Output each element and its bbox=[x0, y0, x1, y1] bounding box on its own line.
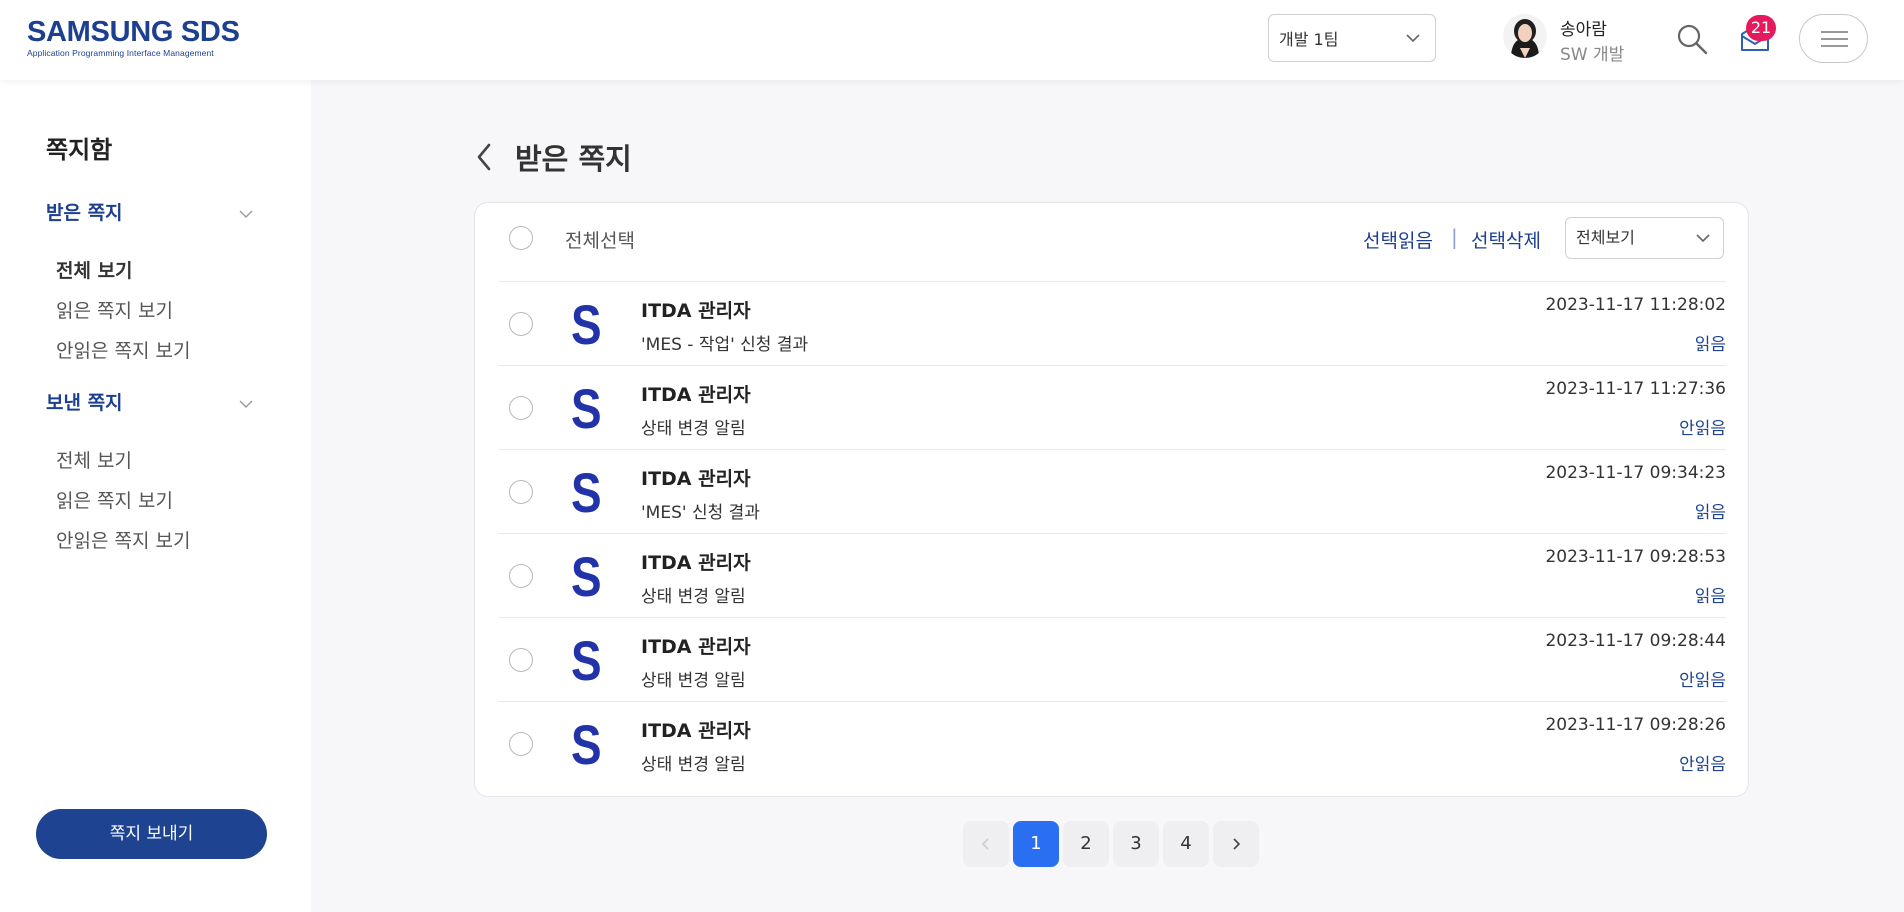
sender-logo-icon: S bbox=[571, 461, 602, 524]
send-message-button[interactable]: 쪽지 보내기 bbox=[36, 809, 267, 859]
message-sender: ITDA 관리자 bbox=[641, 636, 751, 658]
sidebar-item-sent-unread[interactable]: 안읽은 쪽지 보기 bbox=[56, 526, 190, 553]
hamburger-menu-icon bbox=[1821, 31, 1848, 33]
message-date: 2023-11-17 11:28:02 bbox=[1545, 295, 1726, 315]
avatar-image bbox=[1503, 14, 1547, 58]
message-subject[interactable]: 상태 변경 알림 bbox=[641, 750, 746, 775]
chevron-left-icon bbox=[981, 838, 989, 850]
page-heading: 받은 쪽지 bbox=[473, 137, 632, 177]
avatar[interactable] bbox=[1503, 14, 1547, 58]
message-status: 읽음 bbox=[1694, 335, 1726, 355]
samsung-sds-logo[interactable]: SAMSUNG SDS Application Programming Inte… bbox=[27, 17, 240, 59]
chevron-down-icon bbox=[1696, 234, 1710, 243]
message-row[interactable]: S ITDA 관리자 상태 변경 알림 2023-11-17 09:28:44 … bbox=[499, 617, 1726, 701]
select-all-checkbox[interactable] bbox=[509, 226, 533, 250]
sender-logo-icon: S bbox=[571, 377, 602, 440]
message-row[interactable]: S ITDA 관리자 상태 변경 알림 2023-11-17 11:27:36 … bbox=[499, 365, 1726, 449]
team-select-value: 개발 1팀 bbox=[1279, 30, 1339, 49]
search-button[interactable] bbox=[1675, 22, 1709, 56]
message-sender: ITDA 관리자 bbox=[641, 468, 751, 490]
message-date: 2023-11-17 11:27:36 bbox=[1545, 379, 1726, 399]
message-status: 안읽음 bbox=[1679, 419, 1726, 439]
message-sender: ITDA 관리자 bbox=[641, 384, 751, 406]
toolbar-separator: | bbox=[1451, 225, 1458, 249]
sidebar-title: 쪽지함 bbox=[46, 136, 113, 164]
mark-selected-read-button[interactable]: 선택읽음 bbox=[1363, 226, 1433, 253]
sidebar-group-received[interactable]: 받은 쪽지 bbox=[46, 198, 123, 225]
message-subject[interactable]: 상태 변경 알림 bbox=[641, 414, 746, 439]
search-icon bbox=[1677, 24, 1708, 55]
message-row[interactable]: S ITDA 관리자 'MES' 신청 결과 2023-11-17 09:34:… bbox=[499, 449, 1726, 533]
sidebar-item-sent-all[interactable]: 전체 보기 bbox=[56, 446, 132, 473]
menu-button[interactable] bbox=[1799, 14, 1868, 63]
pagination-page-1[interactable]: 1 bbox=[1013, 821, 1059, 867]
row-checkbox[interactable] bbox=[509, 396, 533, 420]
row-checkbox[interactable] bbox=[509, 480, 533, 504]
chevron-down-icon bbox=[1406, 34, 1420, 43]
sidebar: 쪽지함 받은 쪽지 전체 보기 읽은 쪽지 보기 안읽은 쪽지 보기 보낸 쪽지… bbox=[0, 80, 311, 912]
user-department: SW 개발 bbox=[1560, 45, 1625, 65]
message-subject[interactable]: 'MES' 신청 결과 bbox=[641, 498, 760, 523]
team-select[interactable]: 개발 1팀 bbox=[1268, 14, 1436, 62]
message-row[interactable]: S ITDA 관리자 'MES - 작업' 신청 결과 2023-11-17 1… bbox=[499, 281, 1726, 365]
message-list-card: 전체선택 선택읽음 | 선택삭제 전체보기 S ITDA 관리자 'MES - … bbox=[474, 202, 1749, 797]
view-filter-select[interactable]: 전체보기 bbox=[1565, 217, 1724, 259]
message-subject[interactable]: 상태 변경 알림 bbox=[641, 582, 746, 607]
row-checkbox[interactable] bbox=[509, 312, 533, 336]
logo-sub-text: Application Programming Interface Manage… bbox=[27, 48, 214, 58]
pagination-page-3[interactable]: 3 bbox=[1113, 821, 1159, 867]
chevron-down-icon[interactable] bbox=[238, 206, 254, 222]
message-subject[interactable]: 상태 변경 알림 bbox=[641, 666, 746, 691]
message-date: 2023-11-17 09:28:26 bbox=[1545, 715, 1726, 735]
sender-logo-icon: S bbox=[571, 713, 602, 776]
message-status: 안읽음 bbox=[1679, 755, 1726, 775]
message-sender: ITDA 관리자 bbox=[641, 720, 751, 742]
row-checkbox[interactable] bbox=[509, 564, 533, 588]
message-count-badge: 21 bbox=[1746, 15, 1776, 41]
sidebar-item-received-unread[interactable]: 안읽은 쪽지 보기 bbox=[56, 336, 190, 363]
message-sender: ITDA 관리자 bbox=[641, 300, 751, 322]
chevron-down-icon[interactable] bbox=[238, 396, 254, 412]
list-toolbar: 전체선택 선택읽음 | 선택삭제 전체보기 bbox=[475, 203, 1748, 281]
message-date: 2023-11-17 09:34:23 bbox=[1545, 463, 1726, 483]
pagination-page-4[interactable]: 4 bbox=[1163, 821, 1209, 867]
message-date: 2023-11-17 09:28:53 bbox=[1545, 547, 1726, 567]
pagination-next-button[interactable] bbox=[1213, 821, 1259, 867]
message-date: 2023-11-17 09:28:44 bbox=[1545, 631, 1726, 651]
delete-selected-button[interactable]: 선택삭제 bbox=[1471, 226, 1541, 253]
message-status: 읽음 bbox=[1694, 587, 1726, 607]
pagination: 1 2 3 4 bbox=[963, 821, 1259, 867]
sidebar-group-sent[interactable]: 보낸 쪽지 bbox=[46, 388, 123, 415]
message-status: 읽음 bbox=[1694, 503, 1726, 523]
chevron-right-icon bbox=[1233, 838, 1241, 850]
page-title: 받은 쪽지 bbox=[515, 142, 632, 176]
message-row[interactable]: S ITDA 관리자 상태 변경 알림 2023-11-17 09:28:26 … bbox=[499, 701, 1726, 785]
message-status: 안읽음 bbox=[1679, 671, 1726, 691]
logo-main-text: SAMSUNG SDS bbox=[27, 16, 240, 48]
sender-logo-icon: S bbox=[571, 293, 602, 356]
select-all-label: 전체선택 bbox=[565, 230, 635, 252]
sidebar-item-sent-read[interactable]: 읽은 쪽지 보기 bbox=[56, 486, 173, 513]
sidebar-item-received-all[interactable]: 전체 보기 bbox=[56, 256, 133, 283]
sidebar-item-received-read[interactable]: 읽은 쪽지 보기 bbox=[56, 296, 173, 323]
top-header: SAMSUNG SDS Application Programming Inte… bbox=[0, 0, 1904, 80]
row-checkbox[interactable] bbox=[509, 732, 533, 756]
pagination-page-2[interactable]: 2 bbox=[1063, 821, 1109, 867]
view-filter-value: 전체보기 bbox=[1576, 228, 1635, 247]
user-name: 송아람 bbox=[1560, 20, 1607, 40]
pagination-prev-button[interactable] bbox=[963, 821, 1009, 867]
sender-logo-icon: S bbox=[571, 545, 602, 608]
message-sender: ITDA 관리자 bbox=[641, 552, 751, 574]
sender-logo-icon: S bbox=[571, 629, 602, 692]
row-checkbox[interactable] bbox=[509, 648, 533, 672]
message-row[interactable]: S ITDA 관리자 상태 변경 알림 2023-11-17 09:28:53 … bbox=[499, 533, 1726, 617]
message-subject[interactable]: 'MES - 작업' 신청 결과 bbox=[641, 330, 808, 355]
back-arrow-icon[interactable] bbox=[473, 141, 497, 173]
